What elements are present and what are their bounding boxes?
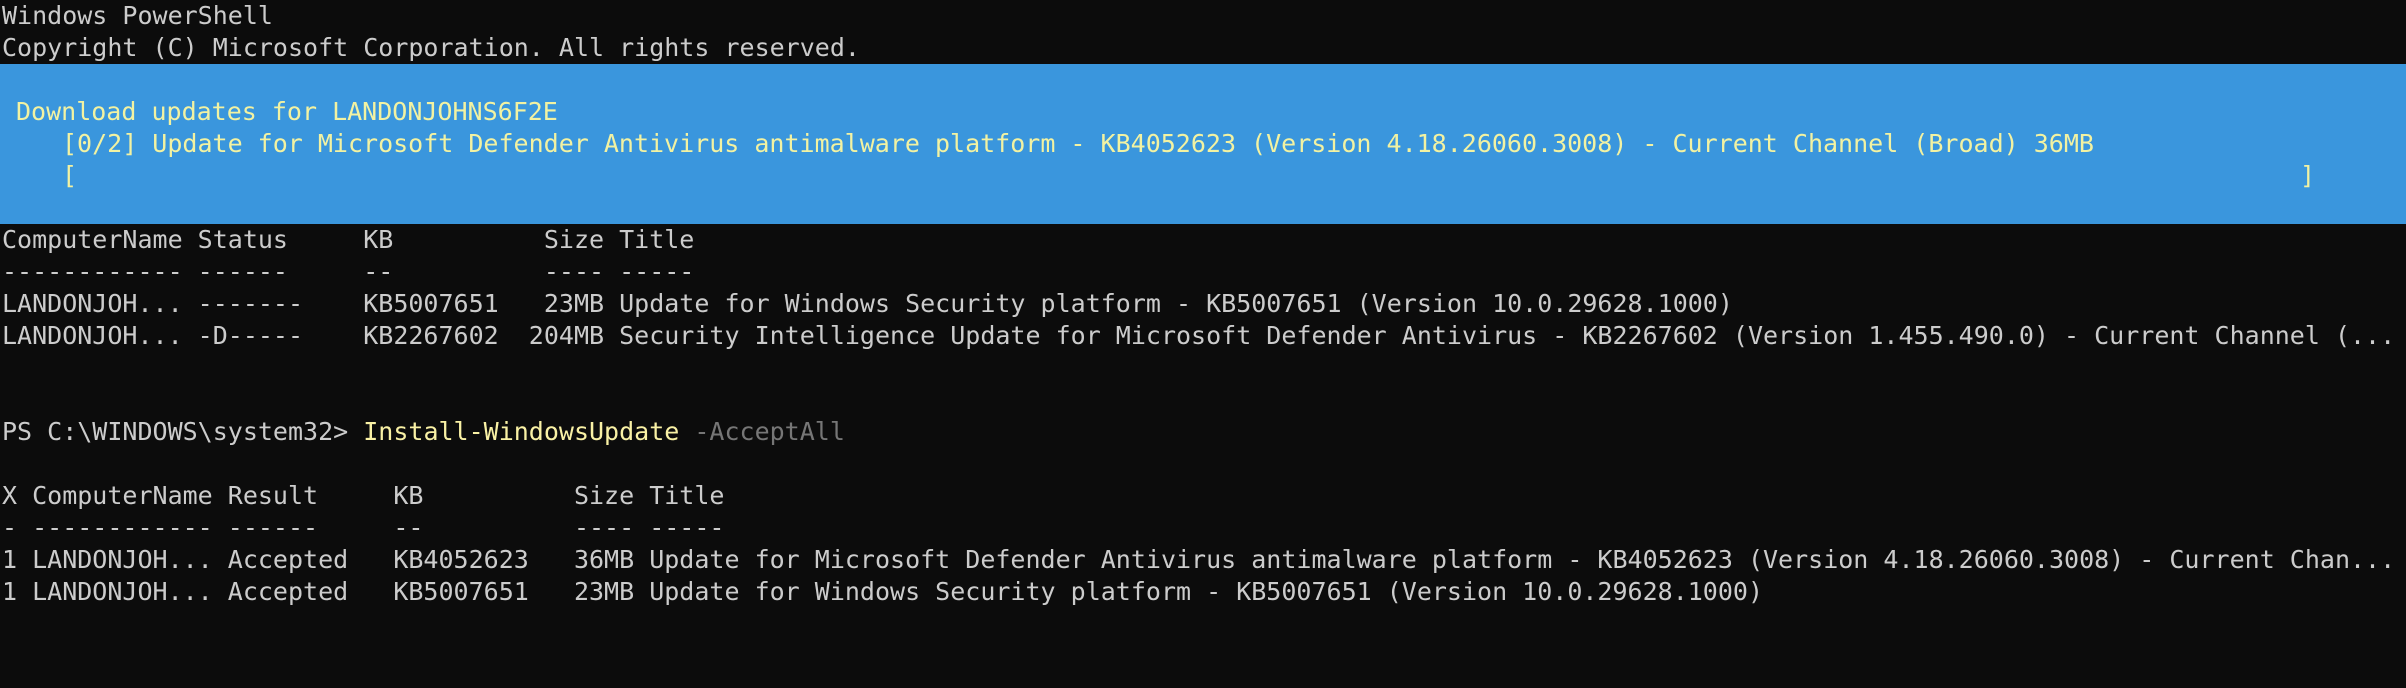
table-row: LANDONJOH... ------- KB5007651 23MB Upda… [2, 289, 1733, 318]
powershell-console[interactable]: Windows PowerShell Copyright (C) Microso… [0, 0, 2406, 688]
copyright-line: Copyright (C) Microsoft Corporation. All… [2, 33, 860, 62]
cmdlet-text: Install-WindowsUpdate [363, 417, 680, 446]
parameter-text: -AcceptAll [679, 417, 845, 446]
console-title-line: Windows PowerShell [2, 1, 273, 30]
progress-activity: Download updates for LANDONJOHNS6F2E [16, 97, 558, 126]
progress-bar-close-bracket: ] [2300, 161, 2316, 190]
table2-separator: - ------------ ------ -- ---- ----- [2, 513, 725, 542]
prompt-text: PS C:\WINDOWS\system32> [2, 417, 364, 446]
table2-header: X ComputerName Result KB Size Title [2, 481, 725, 510]
progress-panel: Download updates for LANDONJOHNS6F2E [0/… [0, 64, 2406, 224]
table1-header: ComputerName Status KB Size Title [2, 225, 695, 254]
command-line: PS C:\WINDOWS\system32> Install-WindowsU… [2, 416, 845, 448]
table-row: LANDONJOH... -D----- KB2267602 204MB Sec… [2, 321, 2396, 350]
table-row: 1 LANDONJOH... Accepted KB4052623 36MB U… [2, 545, 2396, 574]
table1-separator: ------------ ------ -- ---- ----- [2, 257, 695, 286]
progress-bar-open-bracket: [ [62, 161, 78, 190]
table-row: 1 LANDONJOH... Accepted KB5007651 23MB U… [2, 577, 1763, 606]
progress-status: [0/2] Update for Microsoft Defender Anti… [62, 129, 2094, 158]
